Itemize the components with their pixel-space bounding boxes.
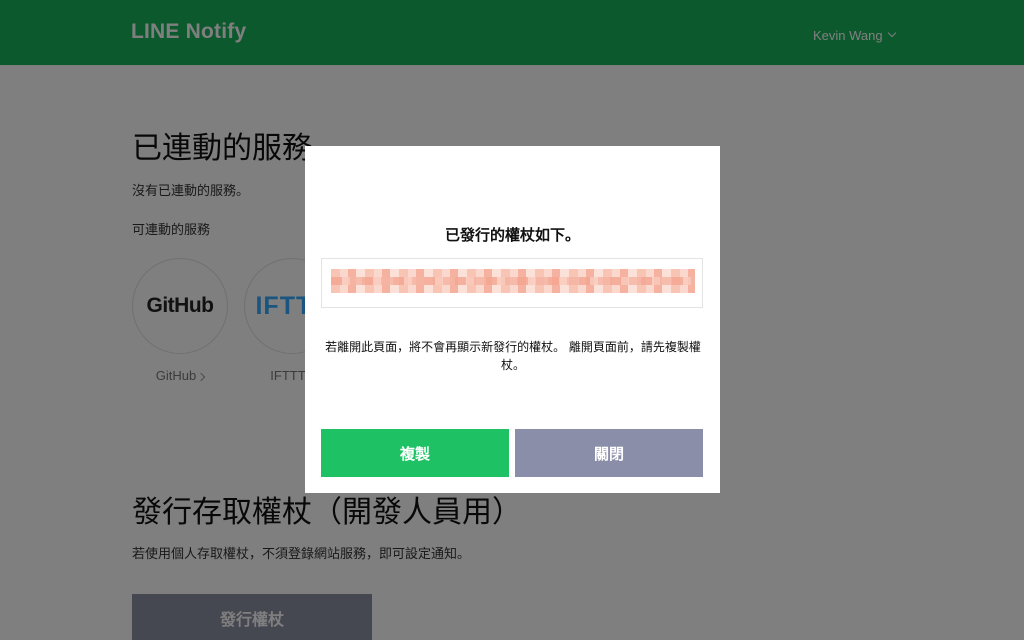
- page: LINE Notify Kevin Wang 已連動的服務 沒有已連動的服務。 …: [0, 0, 1024, 640]
- token-value-redacted: [331, 269, 695, 293]
- close-button[interactable]: 關閉: [515, 429, 703, 477]
- copy-button[interactable]: 複製: [321, 429, 509, 477]
- token-field[interactable]: [321, 258, 703, 308]
- dialog-title: 已發行的權杖如下。: [444, 226, 580, 244]
- dialog-warning-text: 若離開此頁面，將不會再顯示新發行的權杖。 離開頁面前，請先複製權杖。: [325, 340, 701, 372]
- token-issued-dialog: 已發行的權杖如下。 若離開此頁面，將不會再顯示新發行的權杖。 離開頁面前，請先複…: [305, 146, 720, 493]
